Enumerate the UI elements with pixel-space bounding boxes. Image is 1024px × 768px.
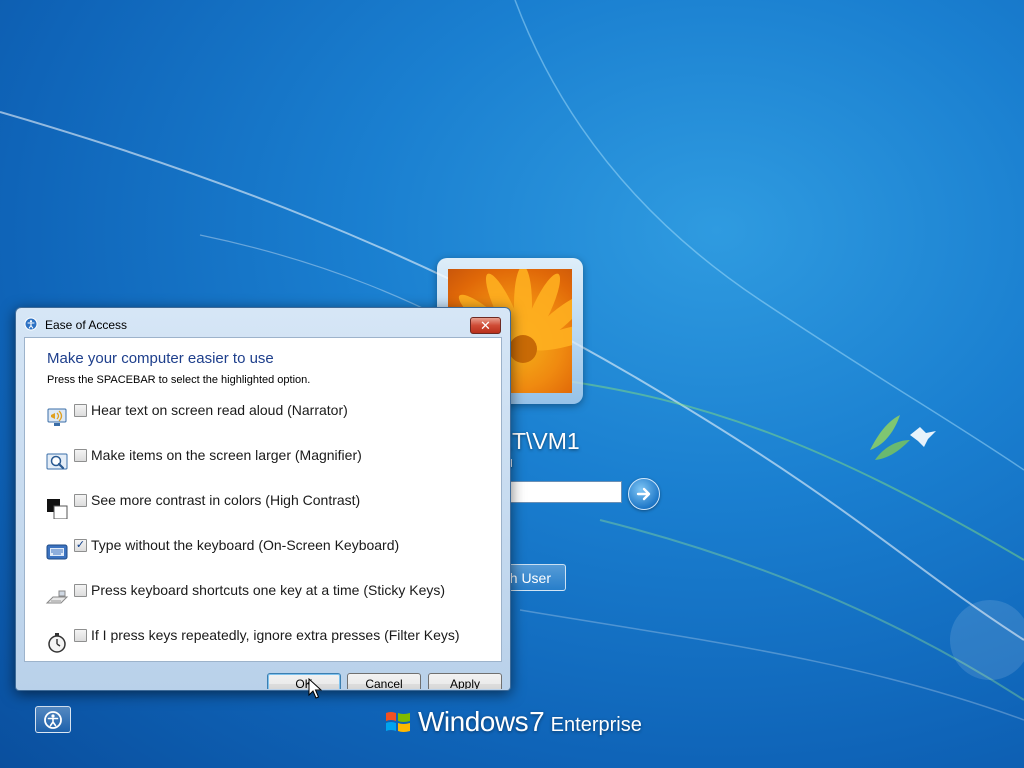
option-on-screen-keyboard[interactable]: ✓ Type without the keyboard (On-Screen K… [39,537,499,573]
close-button[interactable]: ✕ [470,317,501,334]
narrator-icon [47,408,67,426]
high-contrast-icon [47,499,68,519]
high-contrast-label: See more contrast in colors (High Contra… [91,492,361,508]
filter-keys-label: If I press keys repeatedly, ignore extra… [91,627,460,643]
on-screen-keyboard-checkbox[interactable]: ✓ [74,539,87,552]
magnifier-label: Make items on the screen larger (Magnifi… [91,447,362,463]
close-icon: ✕ [480,318,491,333]
on-screen-keyboard-label: Type without the keyboard (On-Screen Key… [91,537,400,553]
ease-of-access-button[interactable] [35,706,71,733]
on-screen-keyboard-icon [46,544,68,560]
cancel-button[interactable]: Cancel [347,673,421,689]
narrator-label: Hear text on screen read aloud (Narrator… [91,402,348,418]
sticky-keys-checkbox[interactable] [74,584,87,597]
option-sticky-keys[interactable]: Press keyboard shortcuts one key at a ti… [39,582,499,618]
dialog-titlebar[interactable]: Ease of Access ✕ [16,308,510,336]
filter-keys-icon [48,633,66,653]
dialog-title: Ease of Access [45,318,128,332]
magnifier-icon [46,453,68,470]
ease-of-access-icon [44,710,62,729]
dialog-heading: Make your computer easier to use [47,350,274,367]
ease-of-access-dialog: Ease of Access ✕ Make your computer easi… [15,307,511,691]
arrow-right-icon [636,487,651,501]
option-high-contrast[interactable]: See more contrast in colors (High Contra… [39,492,499,528]
sticky-keys-icon [45,590,69,604]
windows-flag-icon [386,712,410,732]
option-filter-keys[interactable]: If I press keys repeatedly, ignore extra… [39,627,499,663]
filter-keys-checkbox[interactable] [74,629,87,642]
ok-button[interactable]: OK [267,673,341,689]
bird-decoration [870,415,936,460]
dialog-footer: OK Cancel Apply [24,663,502,689]
dialog-instruction: Press the SPACEBAR to select the highlig… [47,374,311,386]
submit-arrow-button[interactable] [628,478,660,510]
windows-edition: Enterprise [550,713,642,736]
option-magnifier[interactable]: Make items on the screen larger (Magnifi… [39,447,499,483]
ease-of-access-title-icon [24,317,38,331]
high-contrast-checkbox[interactable] [74,494,87,507]
option-narrator[interactable]: Hear text on screen read aloud (Narrator… [39,402,499,438]
sticky-keys-label: Press keyboard shortcuts one key at a ti… [91,582,446,598]
windows-branding: Windows 7 Enterprise [384,702,642,742]
windows-name: Windows [418,706,529,737]
dialog-content: Make your computer easier to use Press t… [24,337,502,662]
windows-version: 7 [529,706,545,737]
apply-button[interactable]: Apply [428,673,502,689]
mouse-pointer-icon [308,678,322,699]
magnifier-checkbox[interactable] [74,449,87,462]
narrator-checkbox[interactable] [74,404,87,417]
